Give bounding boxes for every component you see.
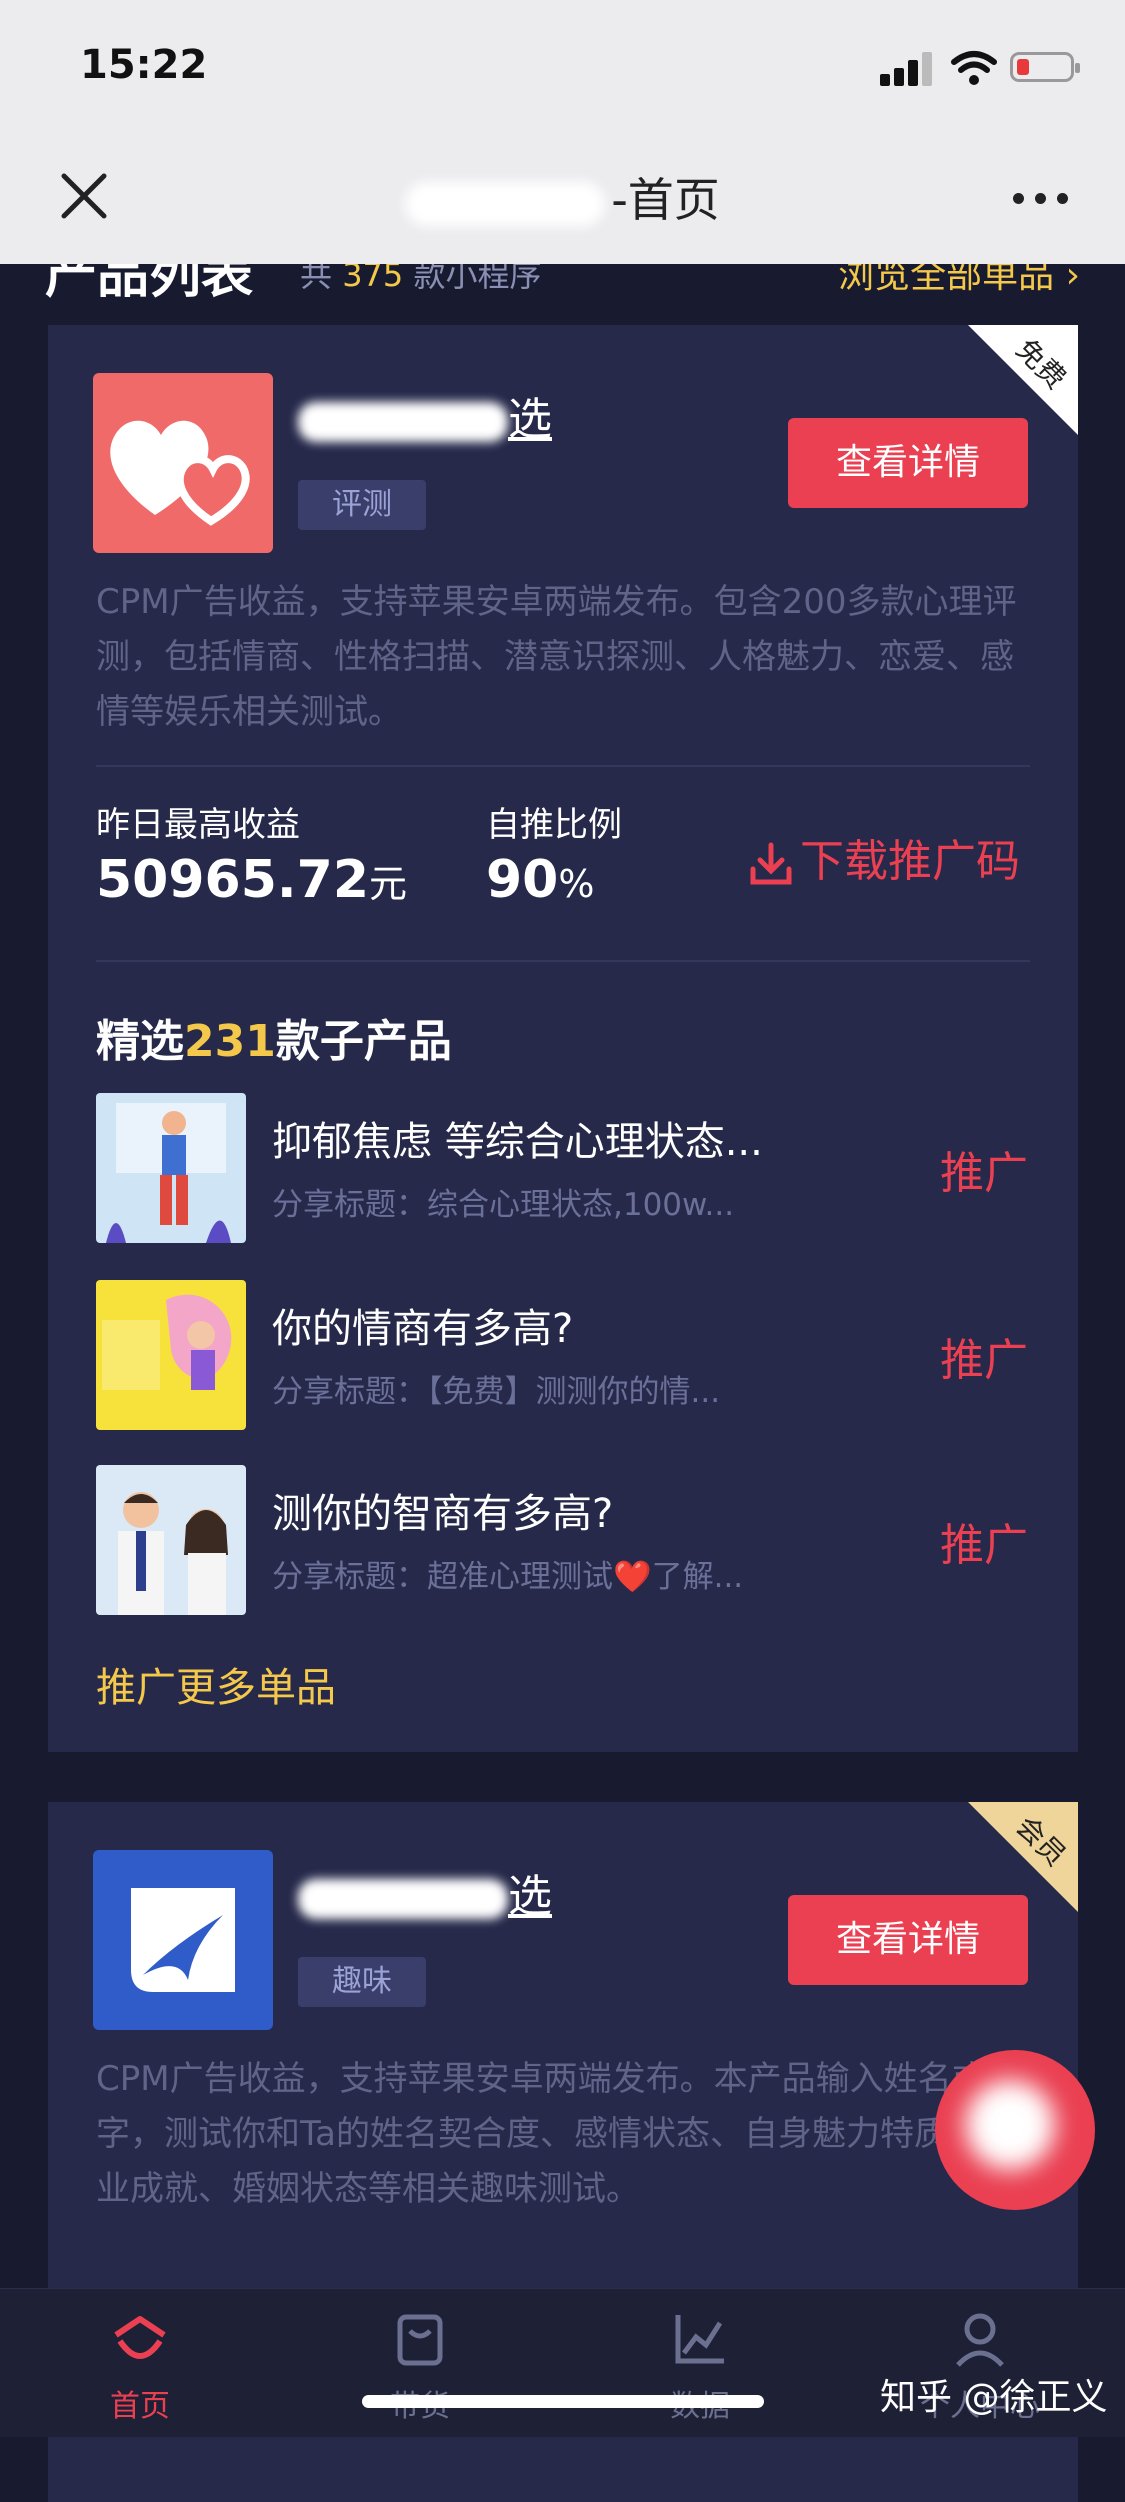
sub-product-share-title: 分享标题：综合心理状态,100w... [272,1187,735,1223]
promote-button[interactable]: 推广 [940,1137,1028,1201]
category-tag: 评测 [298,480,426,530]
self-promo-ratio-value: 90% [486,850,595,910]
download-icon [750,842,792,885]
sub-product-title: 你的情商有多高? [272,1306,574,1352]
sub-product-item[interactable]: 测你的智商有多高? 分享标题：超准心理测试❤️了解... 推广 [96,1465,1028,1615]
sub-product-item[interactable]: 抑郁焦虑 等综合心理状态... 分享标题：综合心理状态,100w... 推广 [96,1093,1028,1243]
hearts-icon [110,420,250,526]
product-description: CPM广告收益，支持苹果安卓两端发布。包含200多款心理评测，包括情商、性格扫描… [96,582,1017,732]
sub-product-thumbnail [96,1093,246,1243]
view-details-button[interactable]: 查看详情 [788,418,1028,508]
sub-product-share-title: 分享标题：【免费】测测你的情... [272,1374,721,1410]
view-details-button[interactable]: 查看详情 [788,1895,1028,1985]
promote-more-link[interactable]: 推广更多单品 [96,1655,336,1713]
page-title: -首页 [360,164,765,227]
promote-button[interactable]: 推广 [940,1324,1028,1388]
tab-home[interactable]: 首页 [40,2309,240,2425]
watermark: 知乎 @徐正义 [880,2377,1108,2418]
home-icon [114,2316,166,2359]
redacted-name [298,1879,508,1919]
sub-product-share-title: 分享标题：超准心理测试❤️了解... [272,1559,744,1595]
product-card: 免费 选 评测 查看详情 CPM广告收益，支持苹果安卓两端发布。包含200多款心… [48,325,1078,1752]
promote-button[interactable]: 推广 [940,1509,1028,1573]
divider [96,960,1030,962]
download-promo-code-button[interactable]: 下载推广码 [748,825,1020,889]
product-name[interactable]: 选 [298,383,552,447]
download-label: 下载推广码 [800,836,1020,887]
wifi-icon [951,51,997,85]
top-bar: 15:22 -首页 [0,0,1125,264]
page-title-text: -首页 [611,173,720,227]
sub-product-title: 测你的智商有多高? [272,1491,614,1537]
product-description: CPM广告收益，支持苹果安卓两端发布。本产品输入姓名或数字，测试你和Ta的姓名契… [96,2059,1020,2209]
sub-product-thumbnail [96,1465,246,1615]
floating-action-button[interactable] [935,2050,1095,2210]
product-logo[interactable] [93,373,273,553]
status-time: 15:22 [80,42,208,88]
sub-product-title: 抑郁焦虑 等综合心理状态... [272,1119,763,1165]
product-name[interactable]: 选 [298,1860,552,1924]
yesterday-earnings-value: 50965.72元 [96,850,408,910]
bird-icon [131,1888,235,1992]
tab-label: 首页 [110,2389,170,2424]
home-indicator [362,2395,764,2408]
redacted-name [298,402,508,442]
person-icon [956,2313,1004,2367]
yesterday-earnings-label: 昨日最高收益 [96,805,300,845]
product-logo[interactable] [93,1850,273,2030]
chart-icon [675,2315,724,2364]
bag-icon [397,2314,443,2366]
category-tag: 趣味 [298,1957,426,2007]
sub-products-title: 精选231款子产品 [96,1016,452,1067]
close-icon[interactable] [58,170,110,222]
battery-icon [1010,52,1080,82]
redacted-app-name [405,181,606,226]
sub-product-item[interactable]: 你的情商有多高? 分享标题：【免费】测测你的情... 推广 [96,1280,1028,1430]
divider [96,765,1030,767]
self-promo-ratio-label: 自推比例 [486,805,622,845]
sub-product-thumbnail [96,1280,246,1430]
more-icon[interactable] [1013,193,1069,205]
signal-icon [880,50,934,86]
